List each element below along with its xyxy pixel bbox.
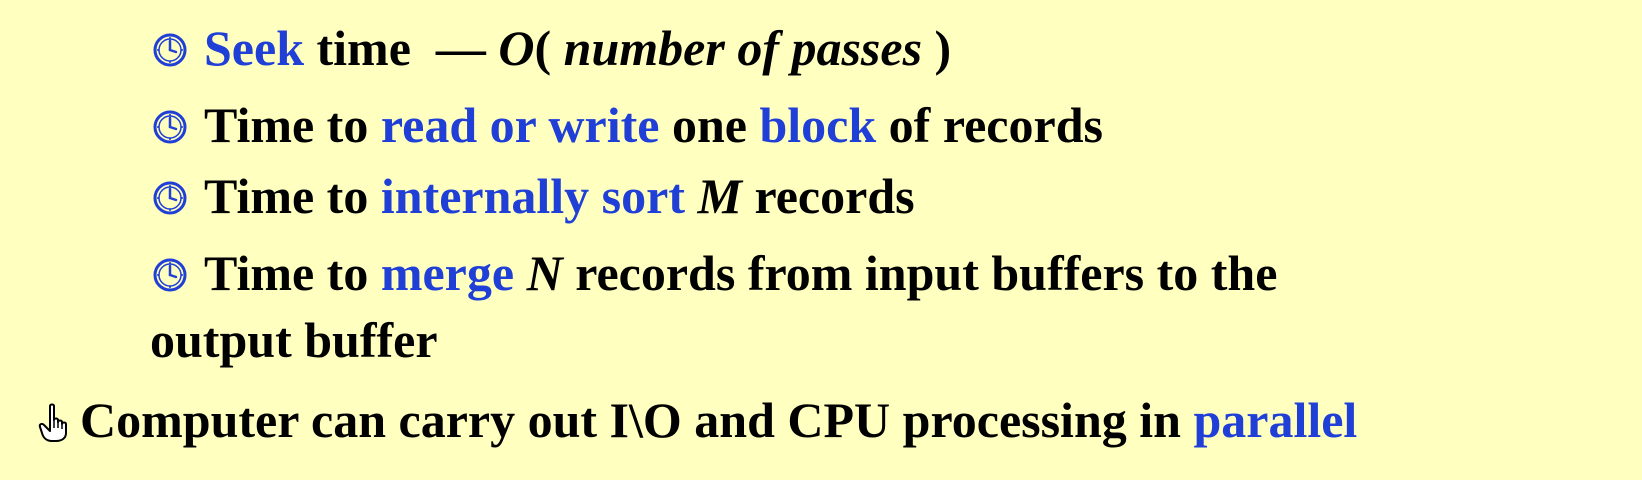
- bullet-4-continuation-text: output buffer: [150, 312, 438, 368]
- bullet-1-part-3: O: [498, 20, 535, 76]
- bullet-3: Time to internally sort M records: [152, 166, 915, 226]
- bullet-4-continuation: output buffer: [150, 310, 438, 370]
- bullet-3-part-3: [685, 168, 698, 224]
- bullet-2: Time to read or write one block of recor…: [152, 95, 1103, 155]
- clock-icon: [152, 32, 188, 68]
- bullet-4-part-2: merge: [380, 245, 515, 301]
- bullet-4: Time to merge N records from input buffe…: [152, 243, 1277, 303]
- clock-icon: [152, 257, 188, 293]
- bullet-1-part-5: number of passes: [563, 20, 923, 76]
- clock-icon: [152, 109, 188, 145]
- bullet-3-part-5: records: [741, 168, 915, 224]
- bullet-1: Seek time — O( number of passes ): [152, 18, 951, 78]
- bullet-2-part-5: of records: [876, 97, 1103, 153]
- bullet-3-part-2: internally sort: [380, 168, 685, 224]
- clock-icon: [152, 180, 188, 216]
- pointing-hand-icon: [38, 403, 67, 442]
- bullet-1-part-6: ): [922, 20, 952, 76]
- bullet-3-part-1: Time to: [204, 168, 381, 224]
- main-point-text: Computer can carry out I\O and CPU proce…: [80, 392, 1194, 448]
- main-point: Computer can carry out I\O and CPU proce…: [38, 390, 1357, 450]
- bullet-3-part-4: M: [697, 168, 742, 224]
- bullet-4-part-5: records from input buffers to the: [562, 245, 1278, 301]
- bullet-2-part-1: Time to: [204, 97, 381, 153]
- bullet-2-part-4: block: [759, 97, 877, 153]
- main-point-highlight: parallel: [1193, 392, 1358, 448]
- bullet-1-part-4: (: [534, 20, 564, 76]
- bullet-4-part-4: N: [526, 245, 563, 301]
- bullet-4-part-1: Time to: [204, 245, 381, 301]
- bullet-2-part-3: one: [659, 97, 760, 153]
- bullet-1-part-2: time —: [304, 20, 499, 76]
- bullet-4-part-3: [514, 245, 527, 301]
- bullet-2-part-2: read or write: [380, 97, 660, 153]
- bullet-1-part-1: Seek: [204, 20, 304, 76]
